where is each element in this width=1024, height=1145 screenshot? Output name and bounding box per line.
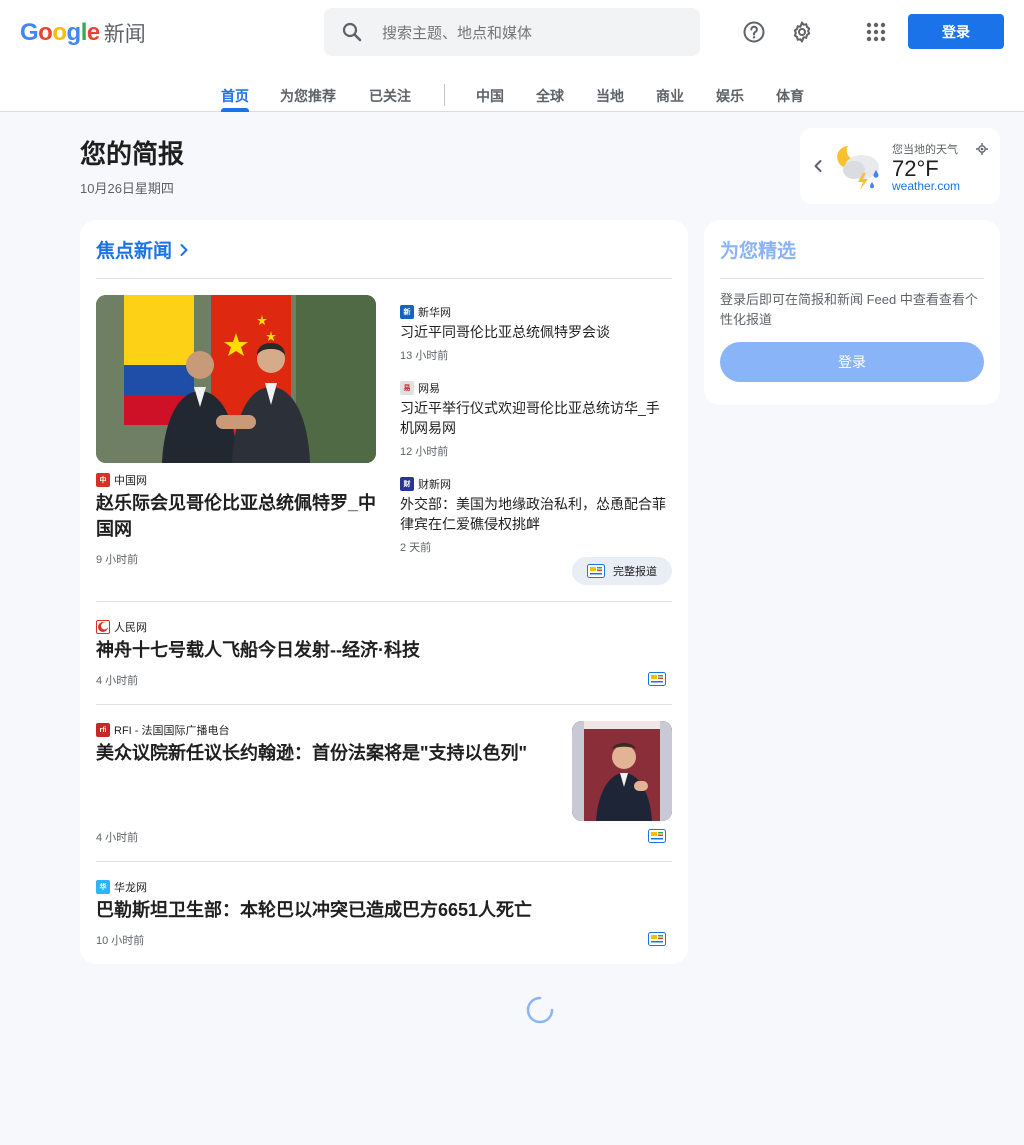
- lead-story-time: 9 小时前: [96, 554, 139, 566]
- source-name: 中国网: [114, 475, 147, 487]
- logo-letter: o: [38, 19, 53, 46]
- picks-for-you-card: 为您精选 登录后即可在简报和新闻 Feed 中查看查看个性化报道 登录: [704, 220, 1000, 405]
- source-logo-icon: 华: [96, 880, 110, 894]
- thunderstorm-night-icon: [830, 140, 886, 201]
- tab-following[interactable]: 已关注: [369, 86, 411, 106]
- picks-login-button[interactable]: 登录: [720, 342, 984, 382]
- search-input[interactable]: 搜索主题、地点和媒体: [382, 22, 532, 43]
- story-time: 10 小时前: [96, 935, 145, 947]
- divider: [96, 601, 672, 602]
- logo-letter: g: [66, 19, 82, 46]
- search-box[interactable]: 搜索主题、地点和媒体: [324, 8, 700, 56]
- related-story-time: 13 小时前: [400, 350, 449, 362]
- logo-letter: o: [52, 19, 67, 46]
- source-name: 人民网: [114, 622, 147, 634]
- full-coverage-label: 完整报道: [613, 566, 657, 578]
- lead-story-headline[interactable]: 赵乐际会见哥伦比亚总统佩特罗_中国网: [96, 490, 381, 542]
- story-source[interactable]: rfi RFI - 法国国际广播电台: [96, 722, 230, 738]
- full-coverage-icon: [587, 564, 605, 578]
- source-logo-icon: 易: [400, 381, 414, 395]
- story-headline[interactable]: 神舟十七号载人飞船今日发射--经济·科技: [96, 637, 576, 663]
- related-story-headline[interactable]: 外交部：美国为地缘政治私利，怂恿配合菲律宾在仁爱礁侵权挑衅: [400, 494, 672, 534]
- story-thumbnail-image[interactable]: [572, 721, 672, 821]
- tab-for-you[interactable]: 为您推荐: [280, 86, 336, 106]
- weather-widget[interactable]: 您当地的天气 72°F weather.com: [800, 128, 1000, 204]
- divider: [96, 704, 672, 705]
- chevron-left-icon[interactable]: [812, 156, 824, 181]
- picks-title: 为您精选: [720, 241, 797, 262]
- tab-business[interactable]: 商业: [656, 86, 684, 106]
- related-story-source[interactable]: 易 网易: [400, 380, 440, 396]
- tab-china[interactable]: 中国: [476, 86, 504, 106]
- weather-source-link[interactable]: weather.com: [892, 179, 960, 193]
- login-button[interactable]: 登录: [908, 14, 1004, 49]
- settings-icon[interactable]: [786, 16, 818, 48]
- related-story-source[interactable]: 财 财新网: [400, 476, 451, 492]
- story-time: 4 小时前: [96, 675, 139, 687]
- google-news-logo[interactable]: Google 新闻: [20, 18, 146, 48]
- full-coverage-icon[interactable]: [648, 672, 666, 691]
- apps-icon[interactable]: [860, 16, 892, 48]
- loading-spinner-icon: [524, 994, 556, 1031]
- source-name: 网易: [418, 383, 440, 395]
- nav-tabs: 首页 为您推荐 已关注 中国 全球 当地 商业 娱乐 体育: [0, 80, 1024, 112]
- logo-letter: e: [86, 19, 100, 46]
- related-story-time: 12 小时前: [400, 446, 449, 458]
- full-coverage-icon[interactable]: [648, 829, 666, 848]
- tab-entertainment[interactable]: 娱乐: [716, 86, 744, 106]
- page-title: 您的简报: [80, 139, 185, 169]
- divider: [96, 278, 672, 279]
- lead-story-source[interactable]: 中 中国网: [96, 472, 147, 488]
- full-coverage-icon[interactable]: [648, 932, 666, 951]
- help-icon[interactable]: [738, 16, 770, 48]
- logo-letter: G: [20, 19, 39, 46]
- divider: [96, 861, 672, 862]
- google-wordmark: Google: [20, 19, 100, 47]
- location-icon[interactable]: [976, 142, 988, 160]
- story-headline[interactable]: 巴勒斯坦卫生部：本轮巴以冲突已造成巴方6651人死亡: [96, 897, 656, 923]
- full-coverage-button[interactable]: 完整报道: [572, 557, 672, 585]
- related-story-source[interactable]: 新 新华网: [400, 304, 451, 320]
- chevron-right-icon: [178, 240, 190, 260]
- divider: [720, 278, 984, 279]
- source-name: 新华网: [418, 307, 451, 319]
- top-stories-heading[interactable]: 焦点新闻: [96, 236, 190, 263]
- product-name: 新闻: [103, 22, 146, 46]
- source-name: 财新网: [418, 479, 451, 491]
- story-source[interactable]: 华 华龙网: [96, 879, 147, 895]
- source-logo-icon: rfi: [96, 723, 110, 737]
- header: Google 新闻 搜索主题、地点和媒体 登录 首页 为您推荐 已关注 中国 全…: [0, 0, 1024, 112]
- briefing-date: 10月26日星期四: [80, 181, 174, 196]
- related-story-headline[interactable]: 习近平举行仪式欢迎哥伦比亚总统访华_手机网易网: [400, 398, 665, 438]
- source-logo-icon: [96, 620, 110, 634]
- search-icon[interactable]: [324, 20, 380, 44]
- tab-divider: [444, 84, 445, 106]
- active-tab-indicator: [221, 108, 249, 112]
- story-source[interactable]: 人民网: [96, 619, 147, 635]
- source-logo-icon: 财: [400, 477, 414, 491]
- top-stories-title: 焦点新闻: [96, 241, 173, 262]
- story-time: 4 小时前: [96, 832, 139, 844]
- weather-label: 您当地的天气: [892, 144, 958, 156]
- related-story-headline[interactable]: 习近平同哥伦比亚总统佩特罗会谈: [400, 322, 665, 342]
- picks-description: 登录后即可在简报和新闻 Feed 中查看查看个性化报道: [720, 292, 978, 327]
- tab-home[interactable]: 首页: [221, 86, 249, 106]
- top-stories-card: 焦点新闻 中 中国网 赵乐际会见哥伦比亚总统佩特罗_中国网 9 小时前 新 新华…: [80, 220, 688, 964]
- source-name: 华龙网: [114, 882, 147, 894]
- source-logo-icon: 中: [96, 473, 110, 487]
- story-headline[interactable]: 美众议院新任议长约翰逊：首份法案将是"支持以色列": [96, 740, 556, 766]
- tab-world[interactable]: 全球: [536, 86, 564, 106]
- source-name: RFI - 法国国际广播电台: [114, 725, 230, 737]
- tab-local[interactable]: 当地: [596, 86, 624, 106]
- tab-sports[interactable]: 体育: [776, 86, 804, 106]
- source-logo-icon: 新: [400, 305, 414, 319]
- lead-story-image[interactable]: [96, 295, 376, 463]
- related-story-time: 2 天前: [400, 542, 432, 554]
